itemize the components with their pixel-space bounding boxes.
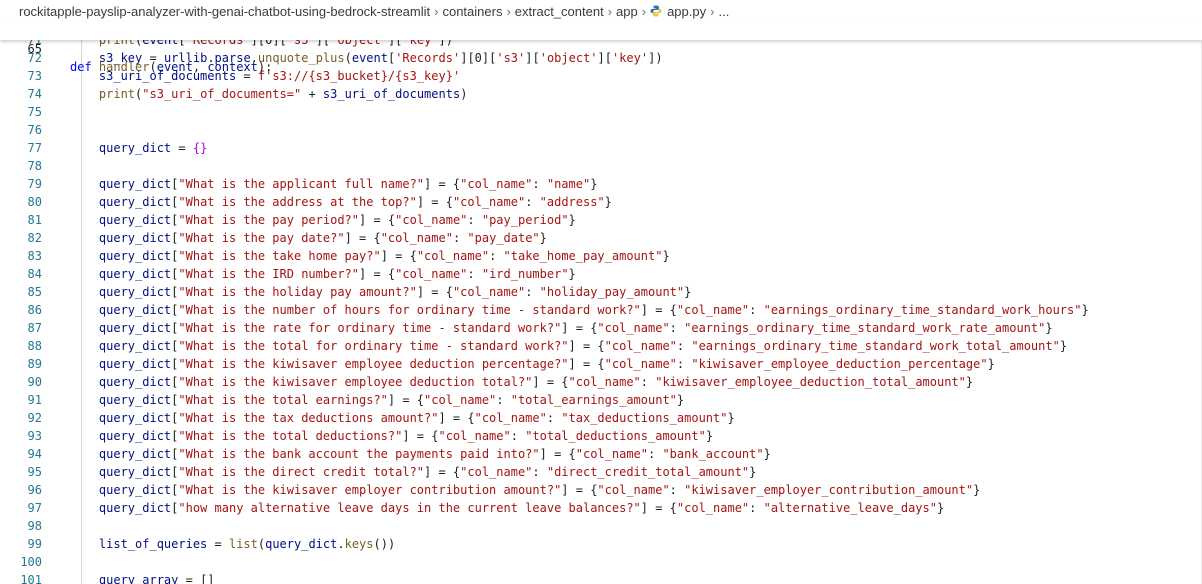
chevron-right-icon: › (434, 3, 439, 19)
code-line[interactable]: 74 print("s3_uri_of_documents=" + s3_uri… (0, 85, 1202, 103)
code-line[interactable]: 93 query_dict["What is the total deducti… (0, 427, 1202, 445)
code-line[interactable]: 100 (0, 553, 1202, 571)
line-number: 97 (27, 501, 42, 515)
code-line[interactable]: 84 query_dict["What is the IRD number?"]… (0, 265, 1202, 283)
python-file-icon (650, 5, 662, 17)
line-code: print("s3_uri_of_documents=" + s3_uri_of… (98, 87, 468, 101)
line-number: 81 (27, 213, 42, 227)
line-number: 75 (27, 105, 42, 119)
line-number: 82 (27, 231, 42, 245)
line-code: query_dict = {} (98, 141, 208, 155)
code-line[interactable]: 77 query_dict = {} (0, 139, 1202, 157)
code-line[interactable]: 82 query_dict["What is the pay date?"] =… (0, 229, 1202, 247)
line-code: query_array = [] (98, 573, 215, 584)
breadcrumb-containers[interactable]: containers (442, 4, 502, 19)
code-line[interactable]: 75 (0, 103, 1202, 121)
code-line[interactable]: 96 query_dict["What is the kiwisaver emp… (0, 481, 1202, 499)
code-line[interactable]: 78 (0, 157, 1202, 175)
code-line[interactable]: 94 query_dict["What is the bank account … (0, 445, 1202, 463)
line-number: 88 (27, 339, 42, 353)
line-code: query_dict["What is the total for ordina… (98, 339, 1068, 353)
code-line[interactable]: 79 query_dict["What is the applicant ful… (0, 175, 1202, 193)
line-code: query_dict["What is the direct credit to… (98, 465, 757, 479)
line-number: 99 (27, 537, 42, 551)
code-line[interactable]: 87 query_dict["What is the rate for ordi… (0, 319, 1202, 337)
line-code: query_dict["What is the kiwisaver employ… (98, 375, 974, 389)
line-code: query_dict["What is the IRD number?"] = … (98, 267, 576, 281)
line-number: 74 (27, 87, 42, 101)
sticky-scroll-header[interactable]: 65 def handler(event, context): (0, 22, 1202, 74)
line-code: query_dict["What is the number of hours … (98, 303, 1089, 317)
code-line[interactable]: 83 query_dict["What is the take home pay… (0, 247, 1202, 265)
breadcrumb-app-folder[interactable]: app (616, 4, 638, 19)
line-number: 100 (20, 555, 42, 569)
breadcrumb-file[interactable]: app.py (667, 4, 706, 19)
line-number: 83 (27, 249, 42, 263)
line-code: query_dict["What is the take home pay?"]… (98, 249, 670, 263)
line-number: 77 (27, 141, 42, 155)
code-line[interactable]: 91 query_dict["What is the total earning… (0, 391, 1202, 409)
code-line[interactable]: 89 query_dict["What is the kiwisaver emp… (0, 355, 1202, 373)
line-code: query_dict["What is the tax deductions a… (98, 411, 735, 425)
line-number: 101 (20, 573, 42, 584)
indent-guide (81, 40, 82, 584)
code-line[interactable]: 98 (0, 517, 1202, 535)
line-number: 95 (27, 465, 42, 479)
breadcrumb-repo[interactable]: rockitapple-payslip-analyzer-with-genai-… (19, 4, 430, 19)
line-number: 85 (27, 285, 42, 299)
line-code: query_dict["What is the kiwisaver employ… (98, 483, 981, 497)
line-number: 76 (27, 123, 42, 137)
line-number: 80 (27, 195, 42, 209)
line-code: query_dict["how many alternative leave d… (98, 501, 945, 515)
code-line[interactable]: 85 query_dict["What is the holiday pay a… (0, 283, 1202, 301)
chevron-right-icon: › (607, 3, 613, 19)
code-line[interactable]: 86 query_dict["What is the number of hou… (0, 301, 1202, 319)
chevron-right-icon: › (506, 3, 511, 19)
line-number: 94 (27, 447, 42, 461)
line-number: 86 (27, 303, 42, 317)
line-code: query_dict["What is the rate for ordinar… (98, 321, 1053, 335)
code-line[interactable]: 95 query_dict["What is the direct credit… (0, 463, 1202, 481)
line-number: 92 (27, 411, 42, 425)
breadcrumb-extract-content[interactable]: extract_content (515, 4, 604, 19)
line-code: query_dict["What is the applicant full n… (98, 177, 598, 191)
line-number: 96 (27, 483, 42, 497)
code-line[interactable]: 90 query_dict["What is the kiwisaver emp… (0, 373, 1202, 391)
line-number: 98 (27, 519, 42, 533)
line-number: 89 (27, 357, 42, 371)
code-line[interactable]: 81 query_dict["What is the pay period?"]… (0, 211, 1202, 229)
line-code: query_dict["What is the pay period?"] = … (98, 213, 576, 227)
code-line[interactable]: 80 query_dict["What is the address at th… (0, 193, 1202, 211)
line-code: query_dict["What is the holiday pay amou… (98, 285, 692, 299)
line-code: query_dict["What is the pay date?"] = {"… (98, 231, 547, 245)
line-code: query_dict["What is the total deductions… (98, 429, 714, 443)
breadcrumb: rockitapple-payslip-analyzer-with-genai-… (0, 0, 1202, 22)
code-line[interactable]: 88 query_dict["What is the total for ord… (0, 337, 1202, 355)
code-line[interactable]: 101 query_array = [] (0, 571, 1202, 584)
line-code: query_dict["What is the address at the t… (98, 195, 612, 209)
chevron-right-icon: › (641, 3, 647, 19)
line-number: 91 (27, 393, 42, 407)
code-line[interactable]: 99 list_of_queries = list(query_dict.key… (0, 535, 1202, 553)
code-editor[interactable]: 71 print(event['Records'][0]['s3']['obje… (0, 22, 1202, 584)
line-number: 87 (27, 321, 42, 335)
breadcrumb-symbol[interactable]: ... (718, 4, 729, 19)
code-line[interactable]: 92 query_dict["What is the tax deduction… (0, 409, 1202, 427)
sticky-code: def handler(event, context): (70, 60, 273, 74)
line-number: 78 (27, 159, 42, 173)
line-number: 93 (27, 429, 42, 443)
line-code: query_dict["What is the bank account the… (98, 447, 771, 461)
line-code: query_dict["What is the kiwisaver employ… (98, 357, 995, 371)
sticky-line-number: 65 (27, 42, 42, 56)
line-number: 79 (27, 177, 42, 191)
code-line[interactable]: 97 query_dict["how many alternative leav… (0, 499, 1202, 517)
line-code: list_of_queries = list(query_dict.keys()… (98, 537, 396, 551)
line-number: 90 (27, 375, 42, 389)
code-line[interactable]: 76 (0, 121, 1202, 139)
chevron-right-icon: › (710, 3, 715, 19)
line-number: 84 (27, 267, 42, 281)
line-code: query_dict["What is the total earnings?"… (98, 393, 685, 407)
